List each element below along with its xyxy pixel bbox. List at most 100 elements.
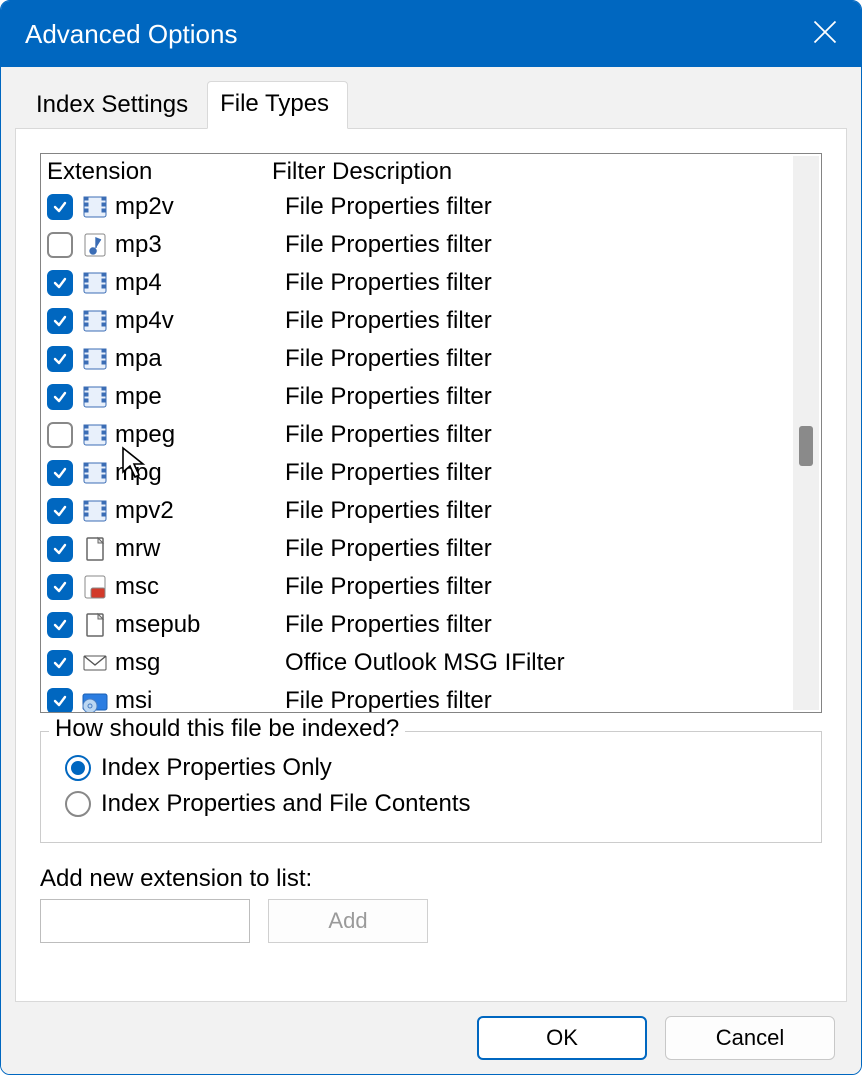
table-row[interactable]: mrwFile Properties filter: [41, 530, 791, 568]
checkbox[interactable]: [47, 308, 73, 334]
checkbox[interactable]: [47, 460, 73, 486]
checkbox[interactable]: [47, 612, 73, 638]
radio-label: Index Properties Only: [101, 754, 332, 782]
list-header: Extension Filter Description: [41, 154, 791, 188]
radio-icon: [65, 791, 91, 817]
dialog-buttons: OK Cancel: [3, 1002, 859, 1060]
radio-properties-only[interactable]: Index Properties Only: [65, 754, 805, 782]
table-row[interactable]: mpaFile Properties filter: [41, 340, 791, 378]
tab-panel-file-types: Extension Filter Description mp2vFile Pr…: [15, 128, 847, 1002]
add-button[interactable]: Add: [268, 899, 428, 943]
filter-description: File Properties filter: [285, 535, 492, 563]
table-row[interactable]: mp4File Properties filter: [41, 264, 791, 302]
extension-label: mpe: [115, 383, 285, 411]
add-extension-input[interactable]: [40, 899, 250, 943]
ok-button[interactable]: OK: [477, 1016, 647, 1060]
file-types-list[interactable]: Extension Filter Description mp2vFile Pr…: [40, 153, 822, 713]
table-row[interactable]: mp2vFile Properties filter: [41, 188, 791, 226]
video-file-icon: [81, 345, 109, 373]
extension-label: mp4: [115, 269, 285, 297]
extension-label: mp4v: [115, 307, 285, 335]
video-file-icon: [81, 307, 109, 335]
checkbox[interactable]: [47, 536, 73, 562]
add-extension-row: Add: [40, 899, 822, 943]
extension-label: mp2v: [115, 193, 285, 221]
mail-file-icon: [81, 649, 109, 677]
video-file-icon: [81, 193, 109, 221]
disc-file-icon: [81, 687, 109, 712]
client-area: Index Settings File Types Extension Filt…: [1, 67, 861, 1074]
table-row[interactable]: mpegFile Properties filter: [41, 416, 791, 454]
checkbox[interactable]: [47, 346, 73, 372]
add-extension-label: Add new extension to list:: [40, 865, 822, 893]
table-row[interactable]: mscFile Properties filter: [41, 568, 791, 606]
video-file-icon: [81, 269, 109, 297]
scrollbar-thumb[interactable]: [799, 426, 813, 466]
audio-file-icon: [81, 231, 109, 259]
checkbox[interactable]: [47, 270, 73, 296]
page-file-icon: [81, 611, 109, 639]
close-button[interactable]: [811, 18, 839, 51]
checkbox[interactable]: [47, 688, 73, 712]
index-mode-group: How should this file be indexed? Index P…: [40, 731, 822, 843]
radio-label: Index Properties and File Contents: [101, 790, 471, 818]
scrollbar[interactable]: [793, 156, 819, 710]
filter-description: File Properties filter: [285, 573, 492, 601]
table-row[interactable]: msgOffice Outlook MSG IFilter: [41, 644, 791, 682]
filter-description: File Properties filter: [285, 459, 492, 487]
video-file-icon: [81, 459, 109, 487]
dialog-window: Advanced Options Index Settings File Typ…: [0, 0, 862, 1075]
filter-description: File Properties filter: [285, 269, 492, 297]
extension-label: msc: [115, 573, 285, 601]
table-row[interactable]: mpeFile Properties filter: [41, 378, 791, 416]
filter-description: File Properties filter: [285, 687, 492, 712]
filter-description: File Properties filter: [285, 611, 492, 639]
index-mode-legend: How should this file be indexed?: [49, 715, 405, 743]
filter-description: File Properties filter: [285, 421, 492, 449]
video-file-icon: [81, 421, 109, 449]
checkbox[interactable]: [47, 498, 73, 524]
checkbox[interactable]: [47, 384, 73, 410]
table-row[interactable]: mp4vFile Properties filter: [41, 302, 791, 340]
extension-label: mpa: [115, 345, 285, 373]
filter-description: File Properties filter: [285, 383, 492, 411]
filter-description: File Properties filter: [285, 193, 492, 221]
filter-description: File Properties filter: [285, 497, 492, 525]
filter-description: File Properties filter: [285, 307, 492, 335]
extension-label: mp3: [115, 231, 285, 259]
table-row[interactable]: msiFile Properties filter: [41, 682, 791, 712]
tab-strip: Index Settings File Types: [3, 81, 859, 129]
filter-description: Office Outlook MSG IFilter: [285, 649, 565, 677]
cancel-button[interactable]: Cancel: [665, 1016, 835, 1060]
titlebar: Advanced Options: [1, 1, 861, 67]
tab-file-types[interactable]: File Types: [207, 81, 348, 129]
column-header-filter[interactable]: Filter Description: [272, 158, 785, 186]
tab-index-settings[interactable]: Index Settings: [23, 82, 207, 129]
checkbox[interactable]: [47, 194, 73, 220]
table-row[interactable]: msepubFile Properties filter: [41, 606, 791, 644]
column-header-extension[interactable]: Extension: [47, 158, 272, 186]
close-icon: [811, 18, 839, 46]
extension-label: mrw: [115, 535, 285, 563]
radio-icon: [65, 755, 91, 781]
filter-description: File Properties filter: [285, 345, 492, 373]
checkbox[interactable]: [47, 422, 73, 448]
extension-label: mpg: [115, 459, 285, 487]
extension-label: msepub: [115, 611, 285, 639]
table-row[interactable]: mpv2File Properties filter: [41, 492, 791, 530]
video-file-icon: [81, 383, 109, 411]
extension-label: msg: [115, 649, 285, 677]
window-title: Advanced Options: [25, 19, 237, 50]
checkbox[interactable]: [47, 232, 73, 258]
extension-label: mpv2: [115, 497, 285, 525]
checkbox[interactable]: [47, 650, 73, 676]
radio-properties-and-contents[interactable]: Index Properties and File Contents: [65, 790, 805, 818]
page-file-icon: [81, 535, 109, 563]
tool-file-icon: [81, 573, 109, 601]
checkbox[interactable]: [47, 574, 73, 600]
extension-label: mpeg: [115, 421, 285, 449]
table-row[interactable]: mpgFile Properties filter: [41, 454, 791, 492]
video-file-icon: [81, 497, 109, 525]
filter-description: File Properties filter: [285, 231, 492, 259]
table-row[interactable]: mp3File Properties filter: [41, 226, 791, 264]
